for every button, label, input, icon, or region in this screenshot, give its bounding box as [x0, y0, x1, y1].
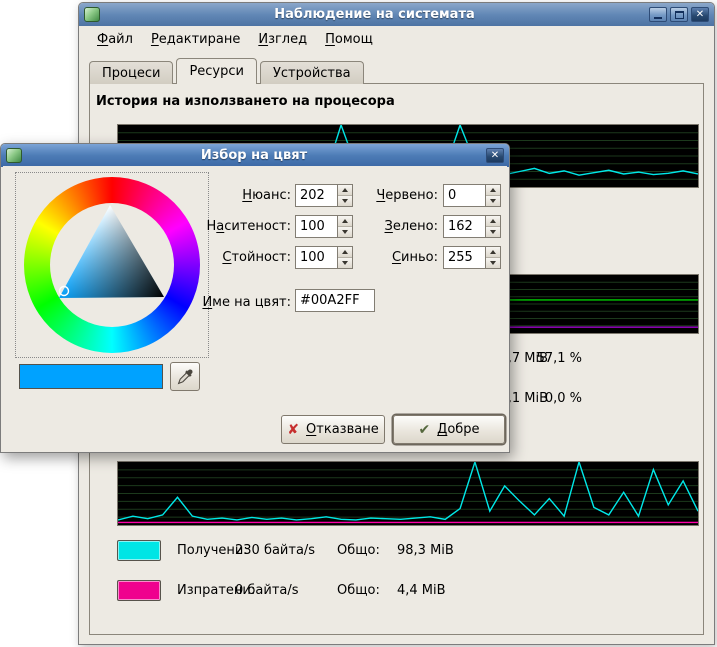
red-spin-down[interactable] — [486, 195, 500, 206]
saturation-spin-up[interactable] — [338, 216, 352, 226]
sent-rate: 0 байта/s — [235, 583, 299, 598]
color-picker-dialog: Избор на цвят ✕ — [0, 143, 510, 453]
blue-spin-up[interactable] — [486, 247, 500, 257]
blue-spin-down[interactable] — [486, 257, 500, 268]
ok-button[interactable]: ✔ Добре — [393, 415, 505, 444]
green-spin-up[interactable] — [486, 216, 500, 226]
network-sent-legend: Изпратени: 0 байта/s Общо: 4,4 MiB — [117, 579, 687, 605]
value-spinbox: 100 — [295, 246, 353, 269]
menu-view[interactable]: Изглед — [250, 29, 315, 50]
tab-bar: Процеси Ресурси Устройства — [89, 58, 367, 84]
app-icon[interactable] — [84, 7, 100, 22]
up-arrow-icon — [342, 188, 348, 192]
blue-value[interactable]: 255 — [444, 247, 485, 268]
down-arrow-icon — [490, 199, 496, 203]
saturation-spinbox: 100 — [295, 215, 353, 238]
network-received-legend: Получени: 230 байта/s Общо: 98,3 MiB — [117, 539, 687, 565]
saturation-spin-down[interactable] — [338, 226, 352, 237]
up-arrow-icon — [490, 250, 496, 254]
hue-value[interactable]: 202 — [296, 185, 337, 206]
minimize-button[interactable] — [649, 7, 667, 22]
tab-resources[interactable]: Ресурси — [176, 58, 257, 84]
sent-total: 4,4 MiB — [397, 583, 446, 598]
value-spin-up[interactable] — [338, 247, 352, 257]
color-preview — [19, 364, 163, 389]
green-label: Зелено: — [355, 215, 438, 238]
color-name-input[interactable] — [295, 289, 375, 312]
green-value[interactable]: 162 — [444, 216, 485, 237]
up-arrow-icon — [490, 219, 496, 223]
minimize-icon — [654, 17, 662, 19]
eyedropper-button[interactable] — [170, 362, 200, 391]
value-value[interactable]: 100 — [296, 247, 337, 268]
eyedropper-icon — [177, 368, 194, 385]
sent-color-swatch[interactable] — [117, 580, 161, 601]
dialog-close-button[interactable]: ✕ — [486, 148, 504, 163]
main-titlebar[interactable]: Наблюдение на системата ✕ — [79, 3, 714, 26]
tab-devices-label: Устройства — [273, 66, 351, 81]
sent-total-label: Общо: — [337, 583, 380, 598]
close-button[interactable]: ✕ — [691, 7, 709, 22]
cancel-label: Отказване — [306, 422, 379, 437]
value-spin-down[interactable] — [338, 257, 352, 268]
red-spinbox: 0 — [443, 184, 501, 207]
down-arrow-icon — [490, 230, 496, 234]
menu-help[interactable]: Помощ — [317, 29, 381, 50]
saturation-value[interactable]: 100 — [296, 216, 337, 237]
received-total: 98,3 MiB — [397, 543, 454, 558]
cpu-history-heading: История на използването на процесора — [96, 94, 395, 109]
cancel-button[interactable]: ✘ Отказване — [281, 415, 385, 444]
down-arrow-icon — [342, 230, 348, 234]
up-arrow-icon — [342, 250, 348, 254]
swap-percent: 0,0 % — [530, 391, 582, 406]
red-spin-up[interactable] — [486, 185, 500, 195]
tab-devices[interactable]: Устройства — [260, 61, 364, 84]
dialog-titlebar[interactable]: Избор на цвят ✕ — [1, 144, 509, 167]
menu-file[interactable]: Файл — [89, 29, 141, 50]
tab-processes[interactable]: Процеси — [89, 61, 173, 84]
green-spinbox: 162 — [443, 215, 501, 238]
down-arrow-icon — [490, 261, 496, 265]
received-total-label: Общо: — [337, 543, 380, 558]
window-controls: ✕ — [649, 7, 709, 22]
memory-percent: 57,1 % — [530, 351, 582, 366]
dialog-body: Нюанс: 202 Наситеност: 100 Стойност: 100… — [3, 166, 507, 450]
dialog-icon[interactable] — [6, 148, 22, 163]
hsv-triangle[interactable] — [24, 177, 200, 353]
hue-spinbox: 202 — [295, 184, 353, 207]
received-color-swatch[interactable] — [117, 540, 161, 561]
blue-spinbox: 255 — [443, 246, 501, 269]
maximize-icon — [675, 11, 684, 19]
hue-spin-down[interactable] — [338, 195, 352, 206]
ok-check-icon: ✔ — [418, 422, 430, 438]
blue-label: Синьо: — [355, 246, 438, 269]
red-value[interactable]: 0 — [444, 185, 485, 206]
hue-ring[interactable] — [24, 177, 200, 353]
ok-label: Добре — [437, 422, 479, 437]
red-label: Червено: — [355, 184, 438, 207]
up-arrow-icon — [490, 188, 496, 192]
down-arrow-icon — [342, 199, 348, 203]
green-spin-down[interactable] — [486, 226, 500, 237]
received-rate: 230 байта/s — [235, 543, 315, 558]
cancel-x-icon: ✘ — [287, 422, 299, 438]
window-title: Наблюдение на системата — [104, 7, 645, 22]
down-arrow-icon — [342, 261, 348, 265]
up-arrow-icon — [342, 219, 348, 223]
color-wheel-box — [15, 172, 209, 358]
network-history-chart — [117, 461, 699, 526]
maximize-button[interactable] — [670, 7, 688, 22]
menu-edit[interactable]: Редактиране — [143, 29, 248, 50]
hue-spin-up[interactable] — [338, 185, 352, 195]
dialog-title: Избор на цвят — [26, 148, 482, 163]
tab-processes-label: Процеси — [102, 66, 160, 81]
menubar: Файл Редактиране Изглед Помощ — [79, 26, 714, 52]
tab-resources-label: Ресурси — [189, 64, 244, 79]
